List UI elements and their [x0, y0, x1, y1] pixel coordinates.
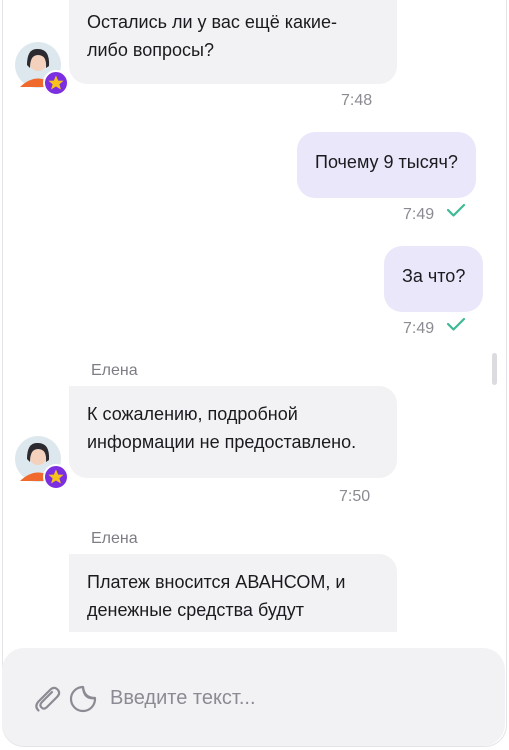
message-time: 7:50: [339, 488, 371, 505]
message-line: Остались ли у вас ещё какие-: [87, 12, 337, 32]
scrollbar-thumb[interactable]: [492, 353, 497, 385]
message-text: Почему 9 тысяч?: [315, 152, 458, 172]
check-icon: [446, 203, 466, 217]
avatar: [15, 42, 69, 96]
message-line: К сожалению, подробной: [87, 404, 298, 424]
message-time: 7:48: [341, 92, 373, 109]
chat-window: Остались ли у вас ещё какие- либо вопрос…: [2, 0, 507, 747]
sticker-icon[interactable]: [68, 684, 98, 714]
incoming-message: Платеж вносится АВАНСОМ, и денежные сред…: [69, 554, 397, 632]
message-line: денежные средства будут: [87, 600, 305, 620]
outgoing-message: Почему 9 тысяч?: [297, 132, 476, 198]
sender-name: Елена: [91, 530, 138, 547]
message-text: За что?: [402, 266, 466, 286]
avatar: [15, 436, 69, 490]
sender-name: Елена: [91, 362, 138, 379]
message-line: информации не предоставлено.: [87, 432, 357, 452]
message-time: 7:49: [403, 206, 435, 223]
message-line: Платеж вносится АВАНСОМ, и: [87, 572, 346, 592]
check-icon: [446, 317, 466, 331]
message-input[interactable]: [108, 682, 482, 714]
star-icon: [43, 70, 69, 96]
incoming-message: К сожалению, подробной информации не пре…: [69, 386, 397, 478]
message-time: 7:49: [403, 320, 435, 337]
message-list[interactable]: Остались ли у вас ещё какие- либо вопрос…: [3, 0, 506, 632]
message-composer: [2, 648, 505, 746]
outgoing-message: За что?: [384, 246, 484, 312]
message-line: либо вопросы?: [87, 40, 214, 60]
star-icon: [43, 464, 69, 490]
incoming-message: Остались ли у вас ещё какие- либо вопрос…: [69, 0, 397, 84]
paperclip-icon[interactable]: [32, 684, 62, 714]
